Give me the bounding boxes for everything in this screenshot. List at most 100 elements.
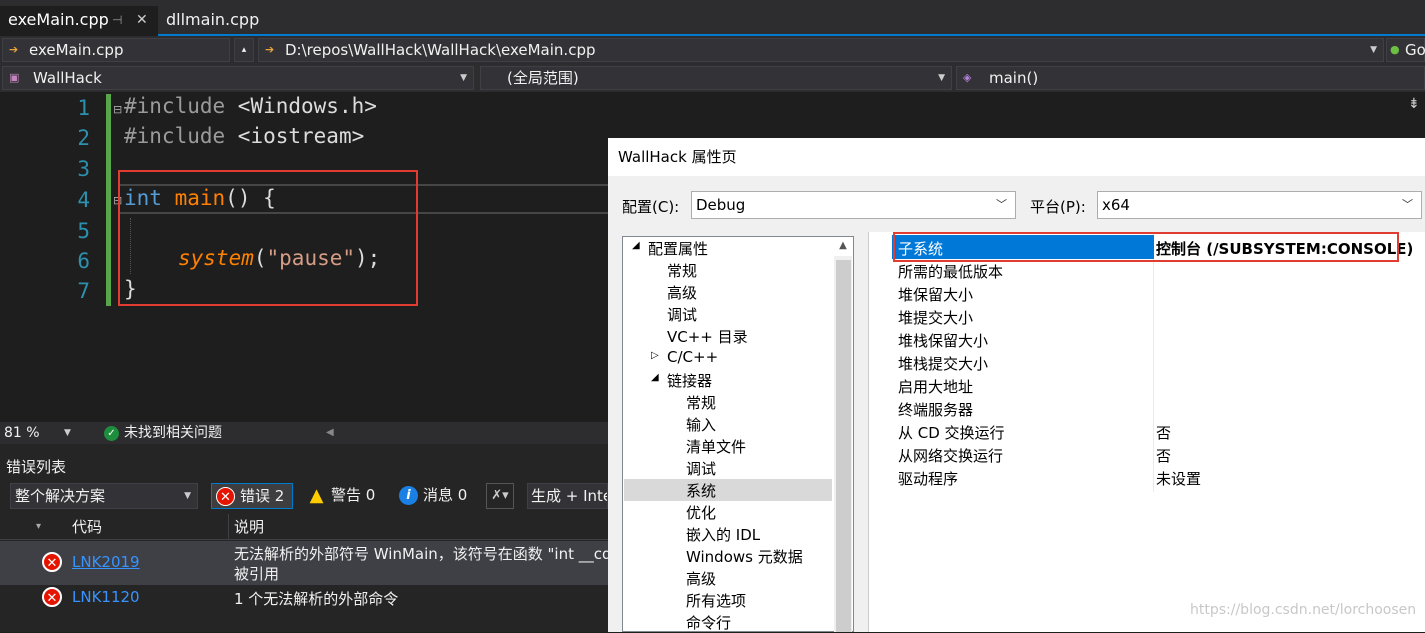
error-code-link[interactable]: LNK2019 [72,553,140,571]
filter-icon[interactable]: ✗▾ [486,483,514,509]
property-key[interactable]: 从 CD 交换运行 [898,422,1005,443]
code-line: #include <iostream> [124,124,364,148]
tree-item[interactable]: 调试 [686,458,716,479]
split-icon[interactable]: ⇟ [1408,96,1420,112]
column-divider [228,514,229,540]
tree-item[interactable]: C/C++ [667,348,718,366]
property-key[interactable]: 堆保留大小 [898,284,973,305]
sort-icon[interactable]: ▾ [36,514,41,540]
scroll-up-icon[interactable]: ▲ [835,238,851,254]
error-list-header: ▾ 代码 说明 [0,514,608,540]
errors-filter-button[interactable]: ✕ 错误 2 [211,483,293,509]
project-label: WallHack [33,69,102,87]
chevron-down-icon: ▼ [1370,45,1377,55]
watermark: https://blog.csdn.net/lorchoosen [1190,602,1417,618]
table-row[interactable]: ✕ LNK1120 1 个无法解析的外部命令 [0,586,608,610]
tree-item[interactable]: 配置属性 [648,238,708,259]
include-target: <Windows.h> [225,94,377,118]
tree-item[interactable]: 常规 [686,392,716,413]
tree-item[interactable]: 调试 [667,304,697,325]
tree-item[interactable]: 优化 [686,502,716,523]
line-number: 6 [77,249,90,273]
code-line: #include <Windows.h> [124,94,377,118]
expanded-icon[interactable]: ◢ [651,372,659,383]
line-number: 5 [77,219,90,243]
col-code-header[interactable]: 代码 [72,514,102,540]
scroll-spinner[interactable]: ▴ [234,38,254,62]
tree-item-selected[interactable]: 系统 [686,480,716,501]
property-key[interactable]: 启用大地址 [898,376,973,397]
highlight-box-subsystem [893,232,1399,262]
table-row[interactable]: ✕ LNK2019 无法解析的外部符号 WinMain，该符号在函数 "int … [0,541,612,585]
property-value[interactable]: 否 [1156,445,1171,466]
messages-filter-button[interactable]: i 消息 0 [395,483,477,509]
property-key[interactable]: 驱动程序 [898,468,958,489]
tree-item[interactable]: 命令行 [686,612,731,633]
tree-item[interactable]: 嵌入的 IDL [686,524,760,545]
tree-item[interactable]: 清单文件 [686,436,746,457]
go-button[interactable]: ● Go [1386,38,1425,62]
issues-status[interactable]: 未找到相关问题 [124,422,222,444]
chevron-down-icon: ▼ [460,73,467,83]
tree-item[interactable]: 输入 [686,414,716,435]
tab-exemain[interactable]: exeMain.cpp ⊣ ✕ [0,6,158,36]
config-label: 配置(C): [622,198,680,216]
property-tree[interactable] [622,236,854,632]
scope-select-label: 整个解决方案 [15,487,106,505]
error-icon: ✕ [42,587,62,607]
file-dropdown-label: exeMain.cpp [29,41,124,59]
errors-filter-label: 错误 2 [240,487,285,505]
property-value[interactable]: 未设置 [1156,468,1201,489]
error-description: 1 个无法解析的外部命令 [234,590,399,608]
tree-item[interactable]: 高级 [667,282,697,303]
path-dropdown[interactable]: ➔ D:\repos\WallHack\WallHack\exeMain.cpp… [258,38,1384,62]
error-description-cont: 被引用 [234,565,280,583]
project-dropdown[interactable]: ▣ WallHack ▼ [2,66,474,90]
close-icon[interactable]: ✕ [136,6,148,34]
tree-item[interactable]: 链接器 [667,370,712,391]
scope-label: (全局范围) [507,69,579,87]
scope-dropdown[interactable]: (全局范围) ▼ [480,66,952,90]
warnings-filter-button[interactable]: ▲ 警告 0 [303,483,385,509]
warnings-filter-label: 警告 0 [331,486,376,504]
chevron-down-icon[interactable]: ▼ [64,422,71,444]
property-key[interactable]: 堆栈提交大小 [898,353,988,374]
tab-dllmain[interactable]: dllmain.cpp [158,6,278,36]
project-icon: ▣ [9,71,20,84]
arrow-icon: ➔ [9,43,19,56]
property-key[interactable]: 堆提交大小 [898,307,973,328]
tree-item[interactable]: Windows 元数据 [686,546,803,567]
tree-item[interactable]: 常规 [667,260,697,281]
property-key[interactable]: 从网络交换运行 [898,445,1003,466]
member-dropdown[interactable]: ◈ main() [956,66,1425,90]
error-list-title: 错误列表 [6,458,67,476]
property-key[interactable]: 所需的最低版本 [898,261,1003,282]
document-tab-bar: exeMain.cpp ⊣ ✕ dllmain.cpp [0,0,1425,36]
path-label: D:\repos\WallHack\WallHack\exeMain.cpp [285,41,596,59]
go-icon: ● [1390,43,1400,56]
tree-item[interactable]: 高级 [686,568,716,589]
property-value[interactable]: 否 [1156,422,1171,443]
config-select[interactable]: Debug ﹀ [691,191,1016,219]
expanded-icon[interactable]: ◢ [632,240,640,251]
editor-status-bar: 81 % ▼ ✓ 未找到相关问题 ◀ [0,422,608,444]
tree-item[interactable]: 所有选项 [686,590,746,611]
arrow-icon: ➔ [265,43,275,56]
scroll-left-icon[interactable]: ◀ [326,422,334,444]
collapse-icon[interactable]: ⊟ [113,103,122,116]
tree-item[interactable]: VC++ 目录 [667,326,748,347]
platform-select[interactable]: x64 ﹀ [1097,191,1422,219]
zoom-level[interactable]: 81 % [4,422,40,444]
property-key[interactable]: 堆栈保留大小 [898,330,988,351]
property-key[interactable]: 终端服务器 [898,399,973,420]
build-filter-select[interactable]: 生成 + Inte [527,483,608,509]
col-desc-header[interactable]: 说明 [234,514,264,540]
member-label: main() [989,69,1039,87]
scrollbar-thumb[interactable] [836,260,851,632]
collapsed-icon[interactable]: ▷ [651,350,659,361]
pin-icon[interactable]: ⊣ [112,6,122,34]
file-dropdown[interactable]: ➔ exeMain.cpp [2,38,230,62]
messages-filter-label: 消息 0 [423,486,468,504]
scope-select[interactable]: 整个解决方案 ▼ [10,483,198,509]
error-code-link[interactable]: LNK1120 [72,588,140,606]
